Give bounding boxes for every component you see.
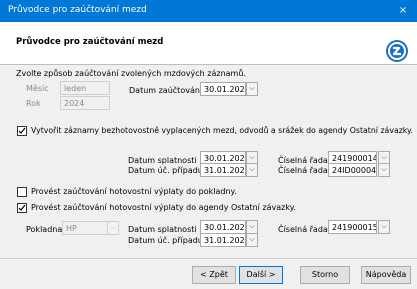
option1-case-date-label: Datum úč. případu: [128, 166, 203, 175]
option3-series-input[interactable]: 241900015: [328, 220, 377, 234]
option3-case-date-label: Datum úč. případu: [128, 236, 203, 245]
posting-date-dropdown[interactable]: ⌵: [246, 82, 258, 96]
option1-series2-dropdown[interactable]: ⌵: [378, 163, 390, 177]
cashbox-label: Pokladna: [26, 225, 63, 234]
footer-separator: [0, 258, 417, 259]
year-label: Rok: [26, 99, 41, 108]
posting-date-input[interactable]: 30.01.2024: [200, 82, 246, 96]
chevron-down-icon: ⌵: [249, 222, 255, 230]
title-bar: Průvodce pro zaúčtování mezd ×: [0, 0, 417, 22]
option3-series-dropdown[interactable]: ⌵: [378, 220, 390, 234]
option1-series2-input[interactable]: 24ID00004: [328, 163, 377, 177]
cancel-button[interactable]: Storno: [300, 266, 350, 284]
chevron-down-icon: ⌵: [110, 223, 116, 231]
chevron-down-icon: ⌵: [249, 153, 255, 161]
next-button[interactable]: Další >: [239, 266, 283, 284]
chevron-down-icon: ⌵: [381, 222, 387, 230]
month-field: leden: [60, 81, 110, 95]
chevron-down-icon: ⌵: [249, 84, 255, 92]
check-icon: [18, 127, 26, 134]
wizard-window: Průvodce pro zaúčtování mezd × Průvodce …: [0, 0, 417, 289]
close-icon[interactable]: ×: [389, 0, 417, 22]
cashbox-dropdown: ⌵: [107, 221, 119, 235]
posting-date-label: Datum zaúčtování: [129, 86, 203, 95]
option1-checkbox[interactable]: [17, 126, 27, 136]
month-label: Měsíc: [26, 84, 49, 93]
option3-series-label: Číselná řada: [278, 225, 328, 234]
option1-label: Vytvořit záznamy bezhotovostně vyplacený…: [31, 126, 414, 135]
option1-due-date-label: Datum splatnosti: [128, 156, 197, 165]
wizard-header: Průvodce pro zaúčtování mezd: [0, 22, 417, 65]
chevron-down-icon: ⌵: [249, 165, 255, 173]
year-field: 2024: [60, 96, 110, 110]
option3-due-date-dropdown[interactable]: ⌵: [246, 220, 258, 234]
option3-due-date-label: Datum splatnosti: [128, 225, 197, 234]
check-icon: [18, 204, 26, 211]
back-button[interactable]: < Zpět: [192, 266, 236, 284]
option3-checkbox[interactable]: [17, 203, 27, 213]
option1-series2-label: Číselná řada: [278, 166, 328, 175]
option2-label: Provést zaúčtování hotovostní výplaty do…: [31, 187, 237, 196]
option1-case-date-input[interactable]: 31.01.2024: [200, 163, 246, 177]
window-title: Průvodce pro zaúčtování mezd: [8, 5, 147, 15]
option2-checkbox[interactable]: [17, 187, 27, 197]
option1-series1-label: Číselná řada: [278, 156, 328, 165]
arrow-logo-icon: [386, 40, 408, 62]
chevron-down-icon: ⌵: [381, 153, 387, 161]
chevron-down-icon: ⌵: [249, 235, 255, 243]
option3-case-date-input[interactable]: 31.01.2024: [200, 233, 246, 247]
option3-case-date-dropdown[interactable]: ⌵: [246, 233, 258, 247]
cashbox-select: HP: [62, 221, 108, 235]
wizard-title: Průvodce pro zaúčtování mezd: [16, 37, 164, 47]
option3-label: Provést zaúčtování hotovostní výplaty do…: [31, 203, 296, 212]
intro-text: Zvolte způsob zaúčtování zvolených mzdov…: [16, 69, 246, 78]
chevron-down-icon: ⌵: [381, 165, 387, 173]
option1-case-date-dropdown[interactable]: ⌵: [246, 163, 258, 177]
option3-due-date-input[interactable]: 30.01.2024: [200, 220, 246, 234]
help-button[interactable]: Nápověda: [361, 266, 411, 284]
